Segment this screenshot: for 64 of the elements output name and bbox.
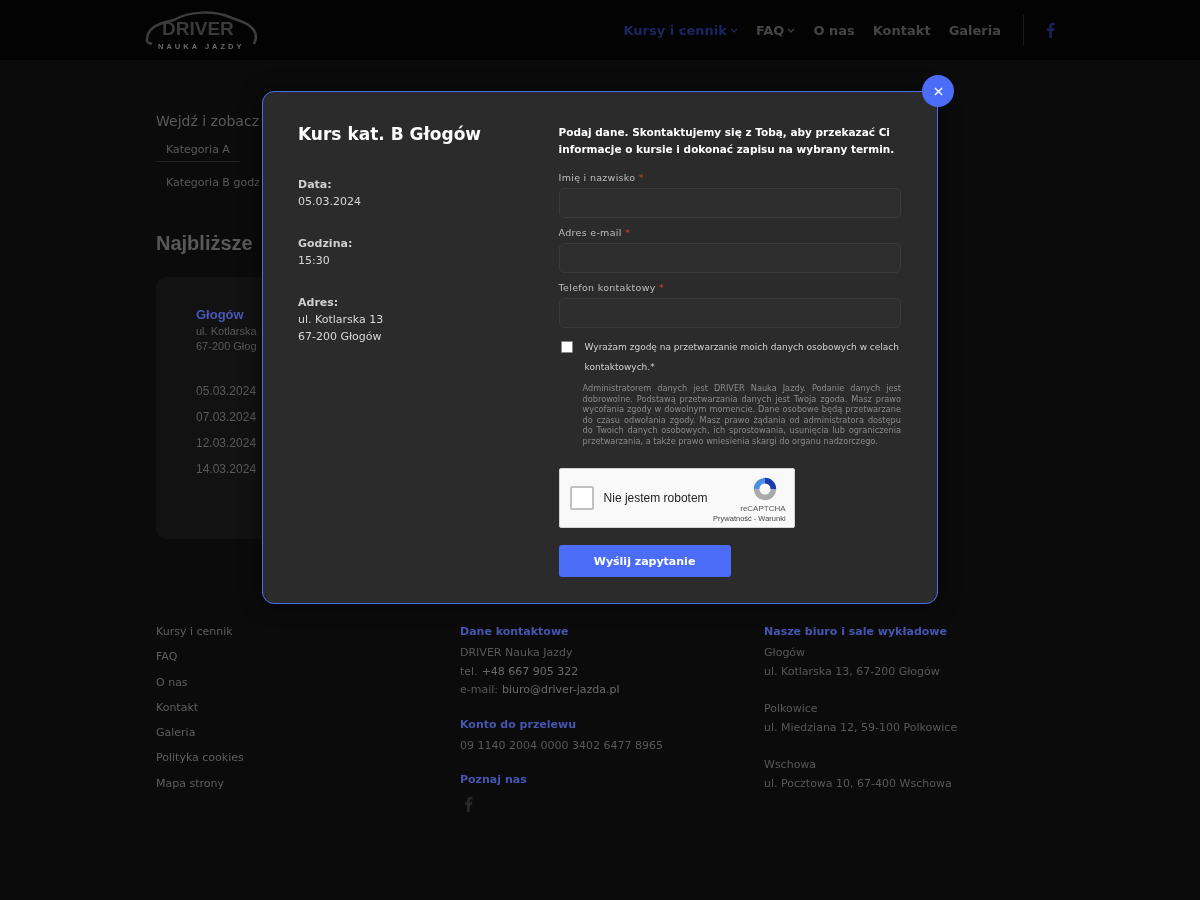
intro-text: Wejdź i zobacz [156, 113, 260, 129]
card-city[interactable]: Głogów [196, 307, 262, 322]
submit-button[interactable]: Wyślij zapytanie [558, 545, 731, 577]
footer-heading: Konto do przelewu [460, 717, 577, 731]
captcha-label: Nie jestem robotem [603, 491, 708, 505]
car-outline-icon [144, 8, 258, 48]
footer-link[interactable]: O nas [156, 675, 460, 701]
email-label: e-mail: [460, 682, 498, 698]
nav-link[interactable]: Kontakt [872, 22, 931, 38]
caret-icon [729, 27, 738, 33]
footer-link[interactable]: Polityka cookies [156, 751, 460, 777]
detail-label: Adres: [298, 295, 340, 311]
footer-heading: Dane kontaktowe [460, 625, 570, 638]
footer-heading: Poznaj nas [460, 773, 528, 786]
footer-link[interactable]: Kontakt [156, 700, 460, 727]
nav-link[interactable]: Galeria [948, 22, 1001, 38]
privacy-note: Administratorem danych jest DRIVER Nauka Jazdy. Podanie danych jest dobrowolne. Podstawą przetwarzania danych jest Twoja zgoda. Masz prawo wycofania zgody w dowolnym momencie. Dane osobowe będą przetwarzane do czasu odwołania zgody. Masz prawo żądania od administratora dostępu do Twoich danych osobowych, ich sprostowania, usunięcia lub ograniczenia przetwarzania, a także prawo wniesienia skargi do organu nadzorczego. [582, 383, 901, 446]
course-date: 07.03.2024 [196, 410, 258, 424]
nav-link[interactable]: FAQ [755, 22, 796, 38]
detail-value: 15:30 [298, 253, 331, 269]
caret-icon [787, 27, 796, 33]
nav-link[interactable]: O nas [813, 22, 855, 38]
footer-heading: Nasze biuro i sale wykładowe [764, 625, 948, 638]
footer-link[interactable]: Mapa strony [156, 776, 460, 803]
course-date: 12.03.2024 [196, 436, 258, 450]
form-intro: Podaj dane. Skontaktujemy się z Tobą, aby przekazać Ci informacje o kursie i dokonać zapisu na wybrany termin. [558, 125, 896, 157]
facebook-icon[interactable] [1046, 22, 1055, 38]
field-label: Telefon kontaktowy * [558, 282, 666, 293]
bank-account: 09 1140 2004 0000 3402 6477 8965 [460, 737, 664, 754]
card-postal: 67-200 Głog [196, 340, 258, 352]
office-city: Wschowa [764, 757, 818, 773]
section-title: Najbliższe [156, 232, 254, 255]
detail-value: 05.03.2024 [298, 194, 362, 210]
consent-label: Wyrażam zgodę na przetwarzanie moich danych osobowych w celach kontaktowych.* [584, 341, 901, 374]
phone-label: tel. [460, 663, 478, 680]
recaptcha-logo-icon [751, 476, 778, 502]
card-street: ul. Kotlarska [196, 325, 258, 337]
phone-link[interactable]: +48 667 905 322 [481, 662, 579, 681]
office-address: ul. Pocztowa 10, 67-400 Wschowa [764, 775, 953, 792]
detail-value: ul. Kotlarska 13 [298, 312, 385, 328]
office-city: Polkowice [764, 701, 819, 717]
close-button[interactable] [922, 75, 954, 107]
detail-label: Godzina: [298, 236, 354, 252]
company-name: DRIVER Nauka Jazdy [460, 645, 574, 661]
consent-checkbox[interactable] [560, 341, 573, 353]
detail-label: Data: [298, 177, 333, 193]
modal-title: Kurs kat. B Głogów [298, 124, 483, 144]
office-address: ul. Miedziana 12, 59-100 Polkowice [764, 719, 959, 736]
office-address: ul. Kotlarska 13, 67-200 Głogów [764, 663, 941, 680]
footer-link[interactable]: FAQ [156, 650, 460, 676]
detail-value: 67-200 Głogów [298, 329, 383, 345]
captcha-checkbox[interactable] [569, 486, 594, 510]
close-icon [933, 86, 943, 96]
email-link[interactable]: biuro@driver-jazda.pl [502, 681, 620, 700]
footer-link[interactable]: Kursy i cennik [156, 625, 460, 651]
facebook-icon[interactable] [464, 796, 473, 812]
course-date: 14.03.2024 [196, 462, 258, 476]
category-tab[interactable]: Kategoria A [156, 141, 240, 162]
field-label: Adres e-mail * [558, 227, 632, 238]
course-date: 05.03.2024 [196, 384, 258, 398]
footer-link[interactable]: Galeria [156, 726, 460, 752]
field-label: Imię i nazwisko * [558, 172, 645, 183]
office-city: Głogów [764, 645, 807, 661]
recaptcha-brand: reCAPTCHA [740, 504, 786, 513]
